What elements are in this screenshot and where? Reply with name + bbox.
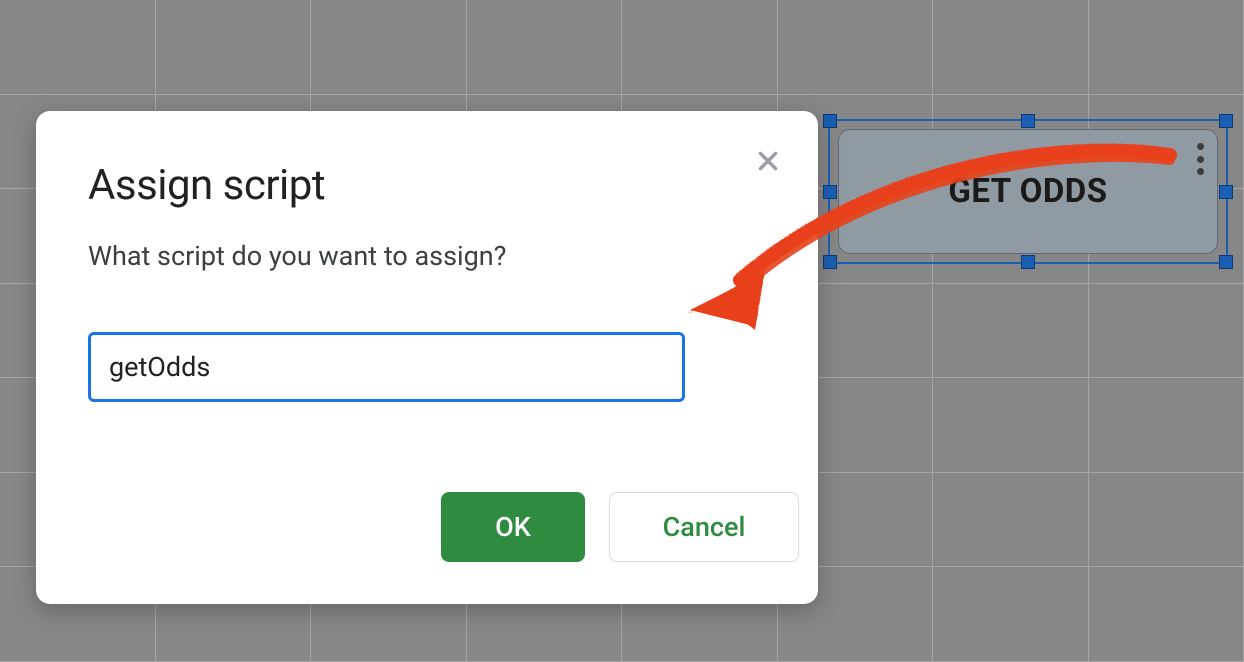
resize-handle-bl[interactable] — [823, 255, 837, 269]
drawing-selection[interactable]: GET ODDS — [828, 119, 1228, 264]
cancel-button-label: Cancel — [663, 511, 746, 543]
resize-handle-tm[interactable] — [1021, 114, 1035, 128]
cancel-button[interactable]: Cancel — [609, 492, 799, 562]
close-icon[interactable] — [748, 141, 788, 181]
resize-handle-bm[interactable] — [1021, 255, 1035, 269]
get-odds-button-shape[interactable]: GET ODDS — [838, 129, 1218, 254]
more-options-icon[interactable] — [1196, 143, 1204, 175]
get-odds-button-label: GET ODDS — [948, 172, 1107, 211]
resize-handle-tl[interactable] — [823, 114, 837, 128]
resize-handle-mr[interactable] — [1219, 185, 1233, 199]
resize-handle-br[interactable] — [1219, 255, 1233, 269]
assign-script-dialog: Assign script What script do you want to… — [36, 111, 818, 604]
dialog-actions: OK Cancel — [441, 492, 799, 562]
script-name-input[interactable] — [88, 332, 685, 402]
resize-handle-tr[interactable] — [1219, 114, 1233, 128]
resize-handle-ml[interactable] — [823, 185, 837, 199]
dialog-subtitle: What script do you want to assign? — [88, 240, 766, 272]
ok-button-label: OK — [495, 511, 531, 543]
dialog-title: Assign script — [88, 161, 766, 210]
ok-button[interactable]: OK — [441, 492, 585, 562]
